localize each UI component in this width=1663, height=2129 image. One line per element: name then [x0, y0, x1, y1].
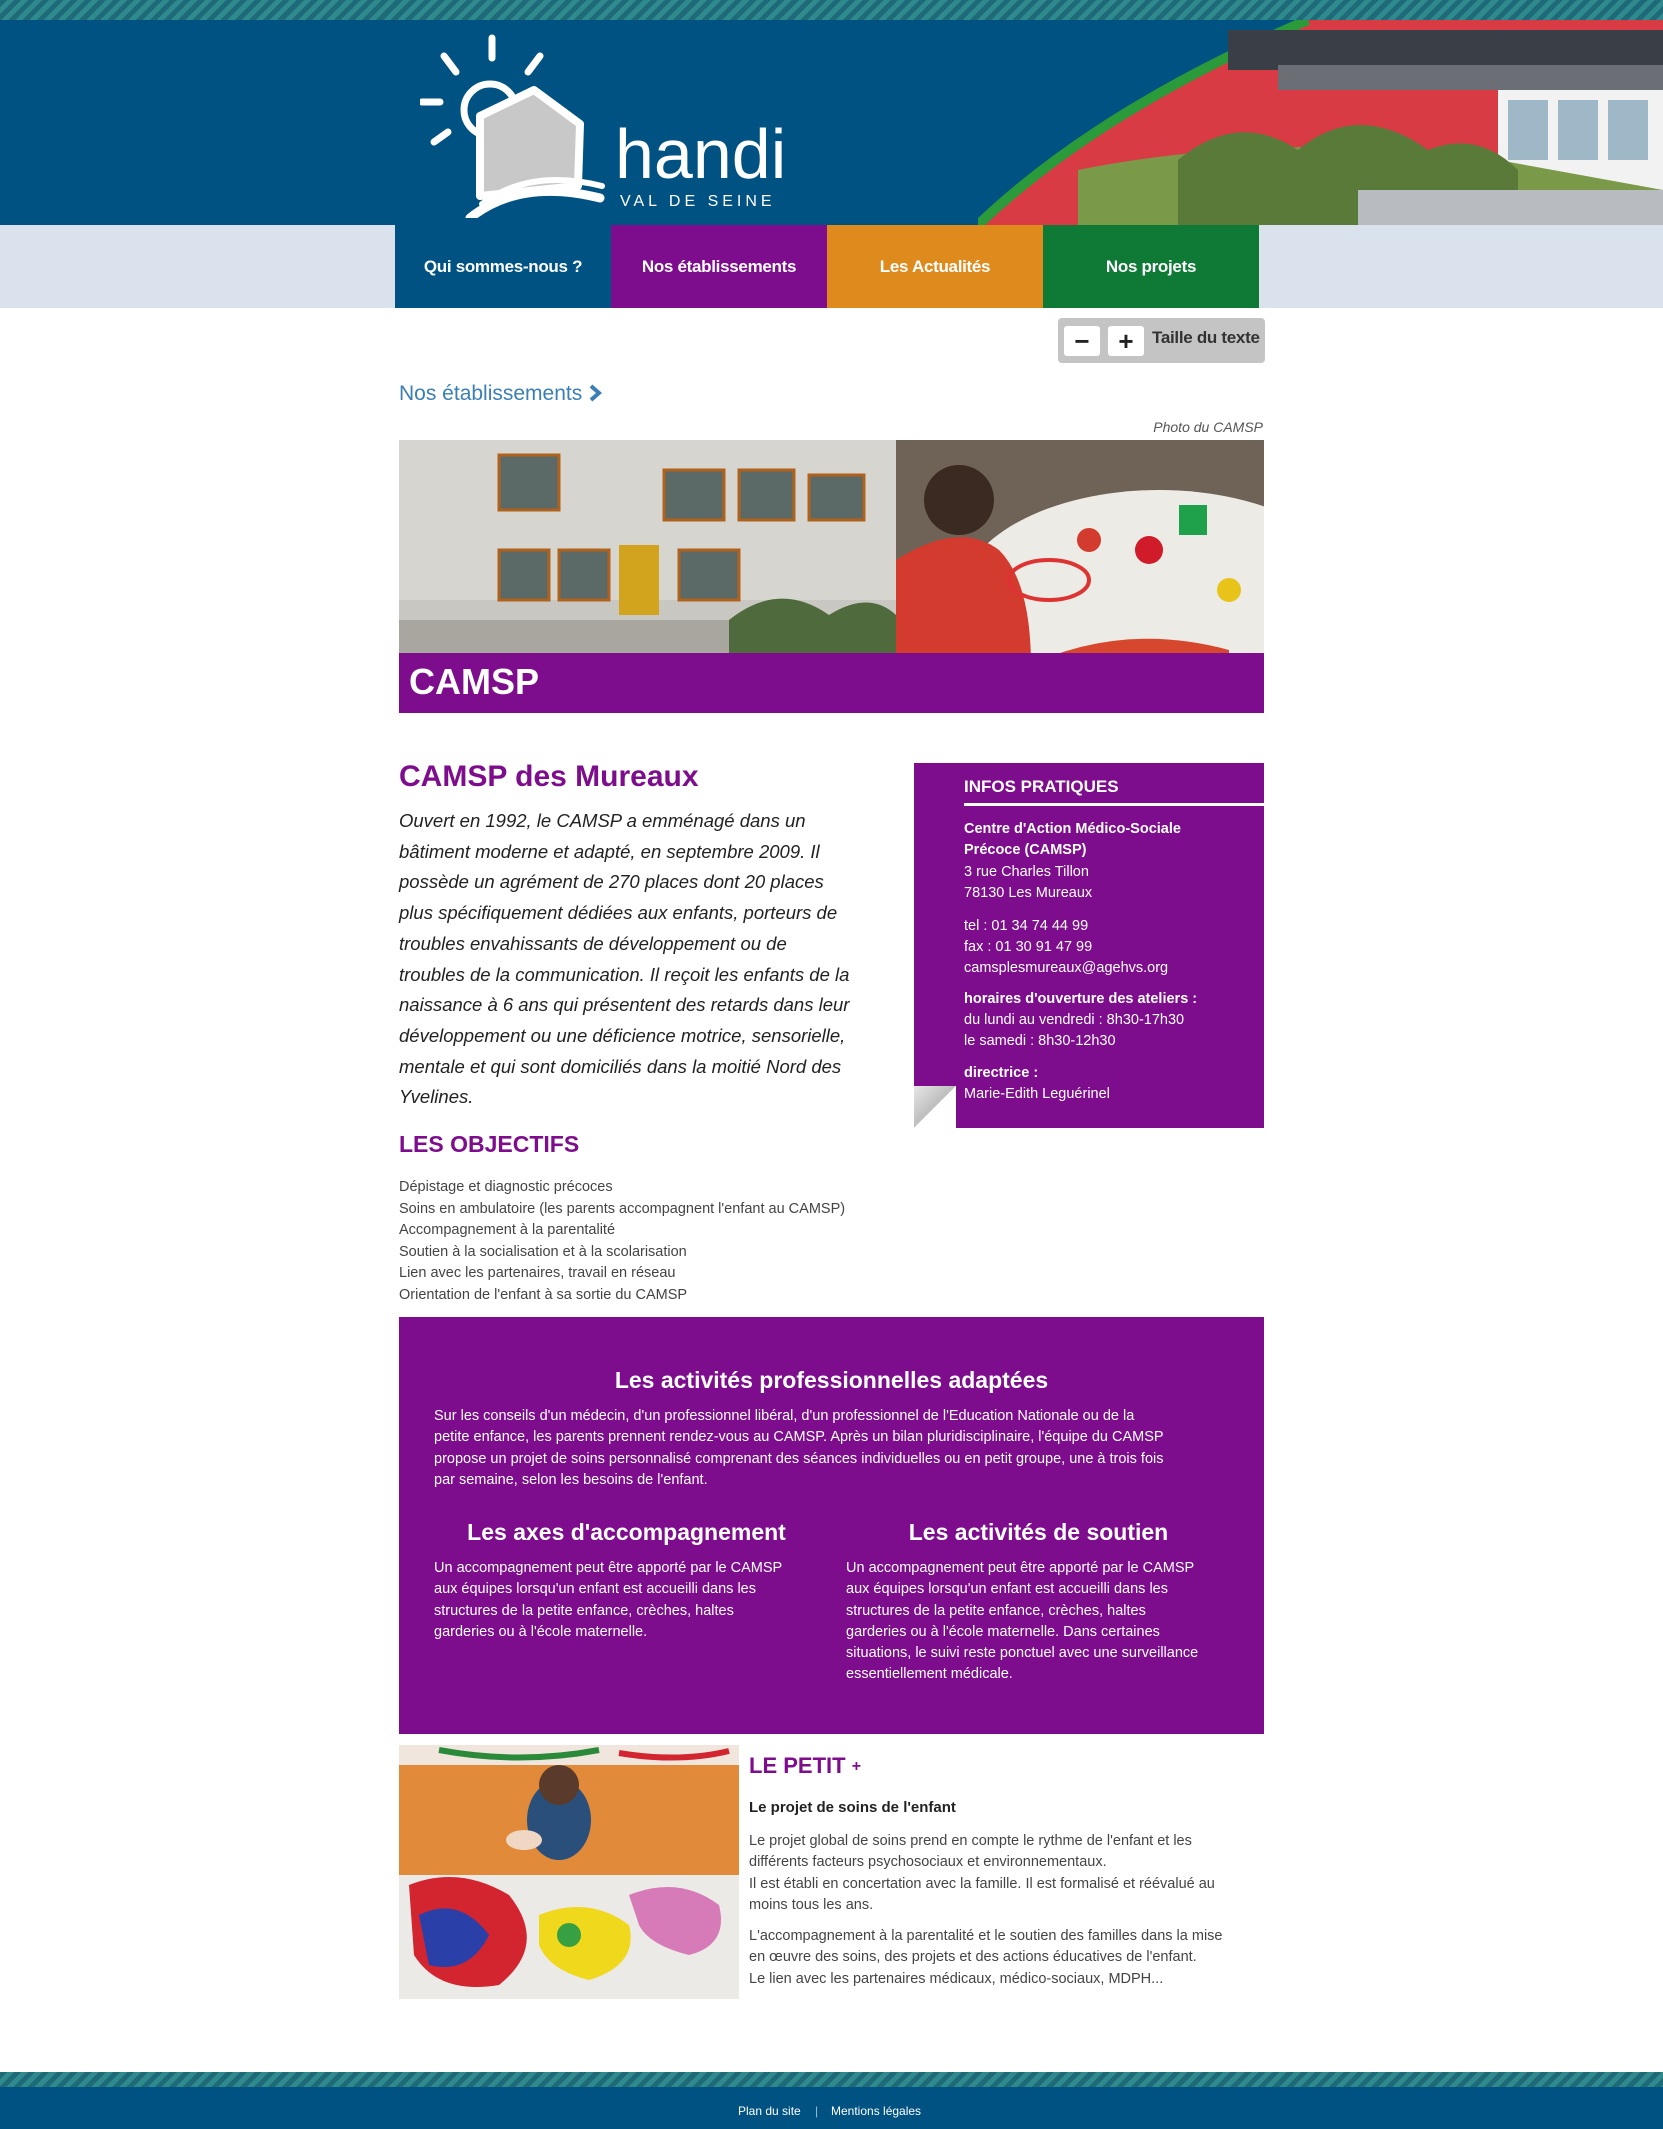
axes-text: Un accompagnement peut être apporté par …: [434, 1558, 819, 1643]
petit-line: Le lien avec les partenaires médicaux, m…: [749, 1970, 1164, 1987]
soutien-line: garderies ou à l'école maternelle. Dans …: [846, 1623, 1160, 1640]
svg-text:handi: handi: [615, 115, 786, 193]
objectif-item: Lien avec les partenaires, travail en ré…: [399, 1265, 676, 1281]
petit-line: différents facteurs psychosociaux et env…: [749, 1854, 1107, 1871]
banner-title-bar: CAMSP: [399, 653, 1264, 713]
infos-pratiques-box: INFOS PRATIQUES Centre d'Action Médico-S…: [914, 763, 1264, 1128]
soutien-text: Un accompagnement peut être apporté par …: [846, 1558, 1231, 1686]
text-size-label: Taille du texte: [1152, 328, 1260, 347]
petit-paragraph: Le projet global de soins prend en compt…: [749, 1831, 1269, 1916]
petit-subtitle: Le projet de soins de l'enfant: [749, 1799, 956, 1816]
child-painting-photo: [399, 1745, 739, 1999]
petit-line: L'accompagnement à la parentalité et le …: [749, 1928, 1223, 1944]
infos-divider: [964, 803, 1264, 806]
objectifs-list: Dépistage et diagnostic précoces Soins e…: [399, 1177, 845, 1306]
nav-nos-etablissements[interactable]: Nos établissements: [611, 225, 827, 308]
intro-line: troubles envahissants de développement o…: [399, 932, 787, 954]
intro-title: CAMSP des Mureaux: [399, 760, 699, 793]
axes-line: structures de la petite enfance, crèches…: [434, 1602, 734, 1619]
nav-les-actualites[interactable]: Les Actualités: [827, 225, 1043, 308]
header-building-photo: [978, 20, 1663, 225]
chevron-right-icon: [589, 384, 603, 402]
site-footer: Plan du site | Mentions légales: [0, 2087, 1663, 2129]
intro-line: naissance à 6 ans qui présentent des ret…: [399, 994, 850, 1016]
petit-title: LE PETIT +: [749, 1753, 861, 1779]
plus-icon[interactable]: +: [852, 1758, 861, 1775]
infos-name-line: Précoce (CAMSP): [964, 842, 1087, 858]
page-title: CAMSP: [409, 661, 540, 702]
intro-line: développement ou une déficience motrice,…: [399, 1024, 846, 1046]
intro-line: Ouvert en 1992, le CAMSP a emménagé dans…: [399, 810, 806, 831]
page-fold-corner: [914, 1086, 956, 1128]
objectifs-title: LES OBJECTIFS: [399, 1131, 580, 1157]
intro-line: possède un agrément de 270 places dont 2…: [399, 871, 824, 893]
infos-tel[interactable]: tel : 01 34 74 44 99: [964, 916, 1088, 937]
petit-title-text: LE PETIT: [749, 1753, 846, 1778]
decrease-text-button[interactable]: −: [1064, 326, 1100, 356]
top-stripe: [0, 0, 1663, 20]
infos-fax: fax : 01 30 91 47 99: [964, 939, 1093, 955]
soutien-line: situations, le suivi reste ponctuel avec…: [846, 1645, 1199, 1662]
site-logo[interactable]: handi VAL DE SEINE: [420, 28, 820, 218]
intro-line: bâtiment moderne et adapté, en septembre…: [399, 840, 820, 862]
activities-line: par semaine, selon les besoins de l'enfa…: [434, 1471, 708, 1488]
breadcrumb[interactable]: Nos établissements: [399, 382, 603, 406]
photo-credit: Photo du CAMSP: [1153, 419, 1263, 435]
soutien-line: aux équipes lorsqu'un enfant est accueil…: [846, 1581, 1168, 1598]
site-header: handi VAL DE SEINE: [0, 20, 1663, 225]
intro-line: mentale et qui sont domiciliés dans la m…: [399, 1055, 842, 1077]
infos-title: INFOS PRATIQUES: [964, 777, 1119, 796]
intro-line: Yvelines.: [399, 1086, 474, 1108]
petit-line: moins tous les ans.: [749, 1896, 874, 1913]
activities-line: petite enfance, les parents prennent ren…: [434, 1429, 1164, 1446]
activities-text: Sur les conseils d'un médecin, d'un prof…: [434, 1406, 1230, 1491]
footer-sitemap-link[interactable]: Plan du site: [738, 2104, 801, 2118]
axes-title: Les axes d'accompagnement: [467, 1519, 786, 1545]
objectif-item: Soutien à la socialisation et à la scola…: [399, 1243, 687, 1260]
activities-line: propose un projet de soins personnalisé …: [434, 1450, 1164, 1467]
infos-address: 78130 Les Mureaux: [964, 885, 1093, 901]
infos-name-line: Centre d'Action Médico-Sociale: [964, 821, 1181, 837]
axes-line: Un accompagnement peut être apporté par …: [434, 1560, 783, 1576]
footer-separator: |: [815, 2104, 819, 2118]
petit-line: en œuvre des soins, des projets et des a…: [749, 1949, 1197, 1966]
intro-text: Ouvert en 1992, le CAMSP a emménagé dans…: [399, 806, 881, 1113]
petit-paragraph: L'accompagnement à la parentalité et le …: [749, 1926, 1269, 1990]
axes-line: garderies ou à l'école maternelle.: [434, 1623, 648, 1640]
infos-address: 3 rue Charles Tillon: [964, 864, 1089, 880]
objectif-item: Soins en ambulatoire (les parents accomp…: [399, 1200, 846, 1217]
footer-stripe: [0, 2072, 1663, 2087]
main-navigation: Qui sommes-nous ? Nos établissements Les…: [0, 225, 1663, 308]
infos-hours-title: horaires d'ouverture des ateliers :: [964, 991, 1198, 1007]
nav-nos-projets[interactable]: Nos projets: [1043, 225, 1259, 308]
infos-email[interactable]: camsplesmureaux@agehvs.org: [964, 958, 1168, 979]
increase-text-button[interactable]: +: [1108, 326, 1144, 356]
petit-line: Le projet global de soins prend en compt…: [749, 1833, 1192, 1849]
breadcrumb-label[interactable]: Nos établissements: [399, 382, 582, 405]
svg-text:VAL DE SEINE: VAL DE SEINE: [620, 193, 776, 210]
activities-title: Les activités professionnelles adaptées: [614, 1367, 1049, 1393]
objectif-item: Orientation de l'enfant à sa sortie du C…: [399, 1286, 688, 1303]
activities-line: Sur les conseils d'un médecin, d'un prof…: [434, 1408, 1135, 1424]
text-size-control: − + Taille du texte: [1058, 318, 1265, 363]
axes-line: aux équipes lorsqu'un enfant est accueil…: [434, 1581, 756, 1598]
nav-qui-sommes-nous[interactable]: Qui sommes-nous ?: [395, 225, 611, 308]
soutien-line: essentiellement médicale.: [846, 1666, 1013, 1683]
infos-director-title: directrice :: [964, 1065, 1039, 1081]
infos-hours: le samedi : 8h30-12h30: [964, 1033, 1116, 1049]
infos-hours: du lundi au vendredi : 8h30-17h30: [964, 1012, 1185, 1028]
soutien-line: Un accompagnement peut être apporté par …: [846, 1560, 1195, 1576]
infos-director: Marie-Edith Leguérinel: [964, 1086, 1110, 1102]
objectif-item: Accompagnement à la parentalité: [399, 1222, 616, 1238]
soutien-title: Les activités de soutien: [908, 1519, 1169, 1545]
activities-section: Les activités professionnelles adaptées …: [399, 1317, 1264, 1734]
intro-line: troubles de la communication. Il reçoit …: [399, 963, 850, 985]
soutien-line: structures de la petite enfance, crèches…: [846, 1602, 1146, 1619]
objectif-item: Dépistage et diagnostic précoces: [399, 1179, 613, 1195]
intro-line: plus spécifiquement dédiées aux enfants,…: [399, 902, 838, 924]
footer-legal-link[interactable]: Mentions légales: [831, 2104, 921, 2118]
petit-line: Il est établi en concertation avec la fa…: [749, 1875, 1215, 1892]
